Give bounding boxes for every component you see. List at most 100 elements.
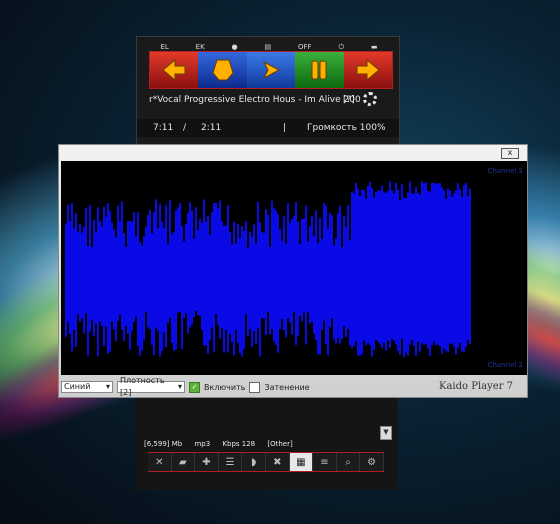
stop-button[interactable]: [198, 52, 247, 88]
stop-icon: [212, 59, 234, 81]
search-icon[interactable]: ⌕: [337, 453, 361, 471]
spectrum-bar: [433, 182, 435, 342]
prev-icon: [162, 58, 186, 82]
spectrum-bar: [449, 190, 451, 344]
spectrum-bar: [347, 205, 349, 329]
spectrum-bar: [105, 216, 107, 328]
chevron-down-icon: ▾: [177, 382, 182, 391]
spectrum-bar: [383, 192, 385, 343]
spectrum-bar: [71, 202, 73, 352]
spectrum-bar: [331, 215, 333, 319]
spectrum-bar: [445, 198, 447, 352]
brand-label: Kaido Player 7: [438, 381, 513, 392]
next-button[interactable]: [343, 52, 393, 88]
spectrum-bar: [357, 188, 359, 356]
scroll-down-button[interactable]: ▼: [380, 426, 392, 440]
spectrum-bar: [235, 243, 237, 331]
spectrum-bar: [129, 220, 131, 350]
spectrum-bar: [139, 241, 141, 356]
spectrum-bar: [353, 193, 355, 346]
remove-icon[interactable]: ✖: [266, 453, 290, 471]
channel-label-bottom: Channel 2: [487, 361, 523, 369]
spectrum-bar: [239, 238, 241, 354]
spectrum-bar: [195, 207, 197, 312]
chevron-down-icon: ▾: [105, 382, 110, 391]
spectrum-bar: [145, 226, 147, 313]
list-icon[interactable]: ☰: [219, 453, 243, 471]
close-button[interactable]: x: [501, 148, 519, 159]
spectrum-bar: [103, 206, 105, 347]
spectrum-bar: [373, 197, 375, 351]
spectrum-bar: [389, 181, 391, 348]
spectrum-bar: [193, 238, 195, 318]
spectrum-bar: [409, 181, 411, 345]
spectrum-bar: [295, 202, 297, 346]
spectrum-bar: [111, 222, 113, 322]
spectrum-bar: [189, 202, 191, 328]
spectrum-bar: [403, 197, 405, 357]
pause-icon: [311, 60, 327, 80]
spectrum-bar: [113, 229, 115, 330]
pause-button[interactable]: [295, 52, 344, 88]
repeat-icon[interactable]: ◗: [242, 453, 266, 471]
add-icon[interactable]: ✚: [195, 453, 219, 471]
color-select-value: Синий: [64, 382, 91, 391]
spectrum-bar: [253, 224, 255, 332]
spectrum-bar: [327, 228, 329, 356]
shuffle-icon[interactable]: ✕: [148, 453, 172, 471]
equalizer-icon[interactable]: ▦: [289, 453, 314, 471]
spectrum-bar: [155, 199, 157, 328]
spectrum-bar: [447, 188, 449, 353]
spectrum-bar: [455, 190, 457, 355]
volume-label[interactable]: Громкость 100%: [307, 123, 386, 133]
spectrum-bar: [65, 223, 67, 337]
spectrum-bar: [299, 244, 301, 316]
density-select[interactable]: Плотность [2] ▾: [117, 376, 185, 397]
spectrum-bar: [451, 196, 453, 344]
settings-icon[interactable]: ⚙: [360, 453, 384, 471]
color-select[interactable]: Синий ▾: [61, 381, 113, 393]
visualizer-controls: Синий ▾ Плотность [2] ▾ ✓ Включить Затен…: [61, 376, 310, 397]
time-bar: 7:11 / 2:11 | Громкость 100%: [137, 119, 399, 137]
spectrum-bar: [387, 190, 389, 341]
spectrum-bar: [411, 193, 413, 341]
enable-checkbox[interactable]: ✓: [189, 381, 200, 393]
spectrum-bar: [399, 200, 401, 355]
time-total: 2:11: [201, 123, 222, 133]
spectrum-bar: [367, 185, 369, 344]
help-button[interactable]: [?]: [343, 95, 355, 105]
spectrum-bar: [385, 192, 387, 351]
spectrum-bar: [329, 212, 331, 328]
spectrum-bar: [83, 227, 85, 334]
divider: |: [283, 123, 287, 133]
spectrum-bar: [263, 232, 265, 319]
spectrum-bar: [131, 221, 133, 332]
prev-button[interactable]: [150, 52, 199, 88]
next-icon: [356, 58, 380, 82]
spectrum-bar: [401, 184, 403, 340]
spectrum-bar: [249, 231, 251, 330]
spectrum-bar: [181, 225, 183, 350]
spectrum-bar: [179, 203, 181, 312]
menu-icon[interactable]: ≡: [313, 453, 337, 471]
spectrum-bar: [419, 194, 421, 352]
spectrum-bar: [435, 183, 437, 345]
spectrum-bar: [303, 218, 305, 313]
play-button[interactable]: [246, 52, 296, 88]
spectrum-bar: [343, 215, 345, 327]
spectrum-bar: [77, 231, 79, 315]
spectrum-bar: [273, 208, 275, 342]
spectrum-bar: [125, 246, 127, 326]
spectrum-bar: [417, 192, 419, 342]
file-info: [6,599] Mb mp3 Kbps 128 [Other]: [144, 440, 303, 448]
spectrum-bar: [247, 247, 249, 337]
folder-icon[interactable]: ▰: [172, 453, 196, 471]
spectrum-bar: [301, 219, 303, 322]
spectrum-bar: [213, 202, 215, 352]
spectrum-bar: [205, 221, 207, 345]
spectrum-bar: [297, 221, 299, 337]
spectrum-bar: [305, 205, 307, 345]
fade-checkbox[interactable]: [249, 381, 261, 393]
spectrum-bar: [291, 219, 293, 335]
spectrum-bar: [391, 190, 393, 340]
